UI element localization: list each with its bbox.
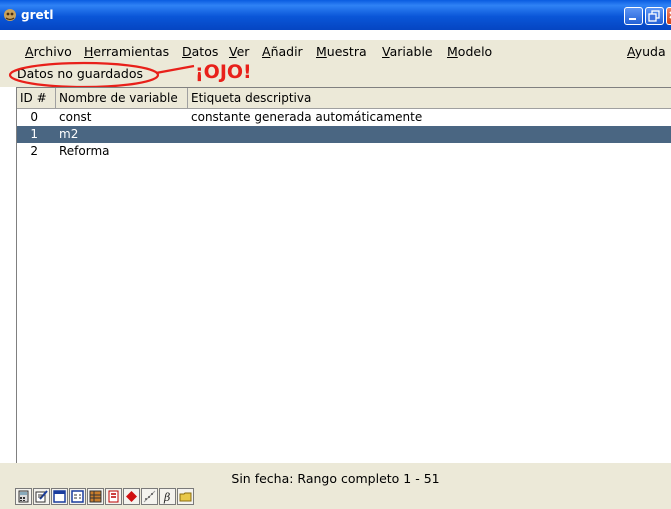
gnuplot-icon[interactable] [123, 488, 140, 505]
window-title: gretl [21, 8, 54, 22]
menu-datos[interactable]: Datos [182, 44, 218, 59]
table-row[interactable]: 0 const constante generada automáticamen… [17, 109, 671, 126]
beta-icon[interactable]: β [159, 488, 176, 505]
minimize-button[interactable] [624, 7, 643, 25]
scatter-icon[interactable] [141, 488, 158, 505]
close-button[interactable] [666, 7, 671, 25]
header-label[interactable]: Etiqueta descriptiva [188, 88, 671, 108]
menu-herramientas[interactable]: Herramientas [84, 44, 169, 59]
variable-list[interactable]: ID # Nombre de variable Etiqueta descrip… [16, 87, 671, 464]
edit-icon[interactable] [33, 488, 50, 505]
maximize-button[interactable] [645, 7, 664, 25]
terminal-icon[interactable] [51, 488, 68, 505]
menu-archivo[interactable]: Archivo [25, 44, 72, 59]
table-row-selected[interactable]: 1 m2 [17, 126, 671, 143]
red-ellipse-annotation [8, 61, 195, 89]
menu-modelo[interactable]: Modelo [447, 44, 492, 59]
header-name[interactable]: Nombre de variable [56, 88, 188, 108]
menu-ayuda[interactable]: Ayuda [627, 44, 666, 59]
menu-muestra[interactable]: Muestra [316, 44, 367, 59]
menu-anadir[interactable]: Añadir [262, 44, 303, 59]
svg-text:β: β [163, 491, 170, 504]
menu-ver[interactable]: Ver [229, 44, 249, 59]
gretl-icon [3, 8, 17, 22]
sample-range-label: Sin fecha: Rango completo 1 - 51 [231, 471, 440, 486]
menu-variable[interactable]: Variable [382, 44, 433, 59]
model-table-icon[interactable] [87, 488, 104, 505]
session-icon[interactable] [69, 488, 86, 505]
ojo-annotation: ¡OJO! [195, 61, 252, 83]
calculator-icon[interactable] [15, 488, 32, 505]
header-id[interactable]: ID # [17, 88, 56, 108]
table-row[interactable]: 2 Reforma [17, 143, 671, 160]
pdf-icon[interactable] [105, 488, 122, 505]
title-bar: gretl [0, 0, 671, 30]
list-header: ID # Nombre de variable Etiqueta descrip… [17, 88, 671, 109]
open-folder-icon[interactable] [177, 488, 194, 505]
menu-bar: Archivo Herramientas Datos Ver Añadir Mu… [0, 40, 671, 62]
